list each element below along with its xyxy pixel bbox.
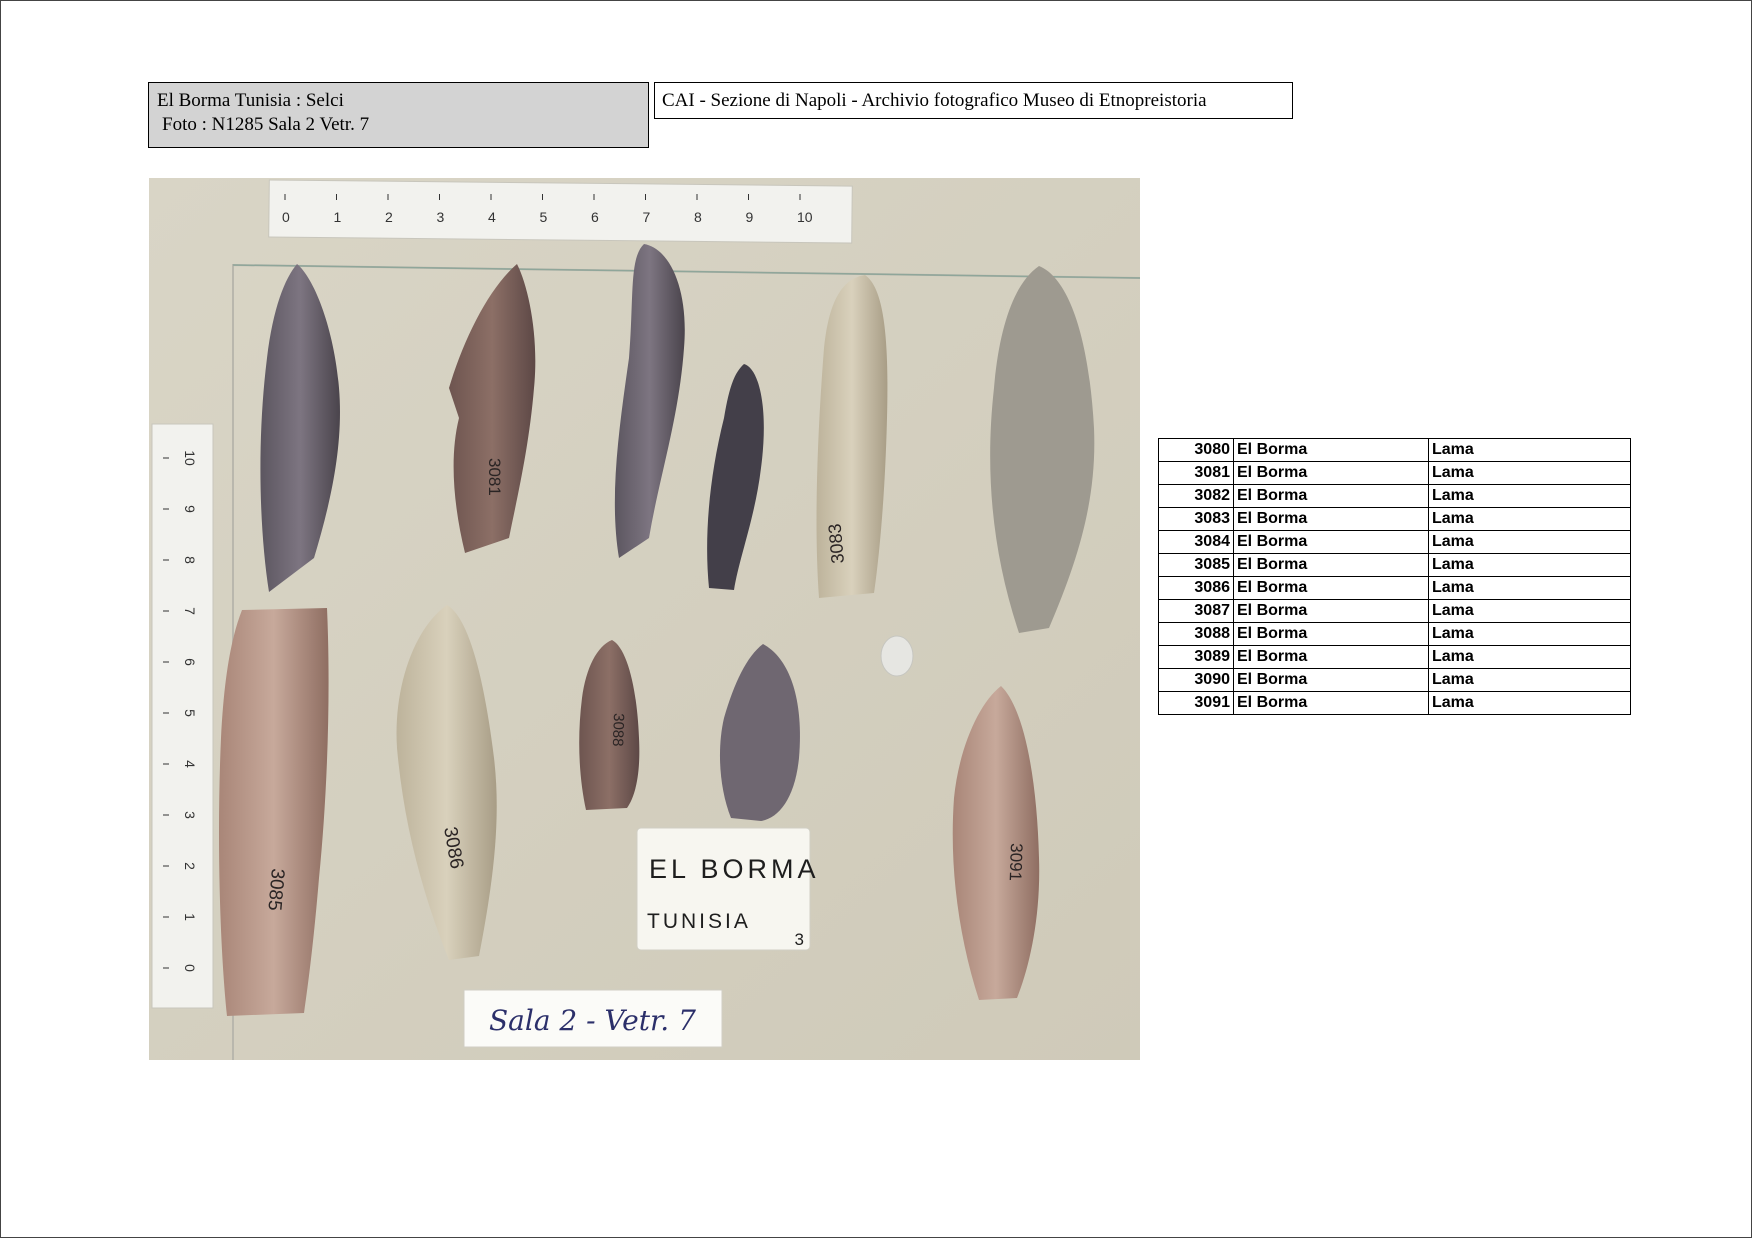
catalog-site-cell: El Borma [1233,668,1429,692]
artifact-3090 [880,635,914,677]
catalog-table: 3080 El Borma Lama 3081 El Borma Lama 3082 El B… [1158,438,1631,715]
specimen-mark-3088: 3088 [609,713,627,747]
catalog-site-cell: El Borma [1233,576,1429,600]
table-row: 3082 El Borma Lama [1158,484,1631,508]
ruler-side: 109876543210 [151,423,214,1009]
label-card-number: 3 [795,930,804,949]
catalog-type-cell: Lama [1428,484,1631,508]
ruler-top-tick-label: 0 [282,209,290,225]
table-row: 3083 El Borma Lama [1158,507,1631,531]
ruler-side-tick-label: 3 [182,811,198,819]
label-card-title: EL BORMA [649,854,820,884]
ruler-side-tick-label: 2 [182,862,198,870]
catalog-site-cell: El Borma [1233,691,1429,715]
catalog-type-cell: Lama [1428,599,1631,623]
catalog-site-cell: El Borma [1233,438,1429,462]
ruler-side-tick-label: 1 [182,913,198,921]
ruler-side-tick-label: 5 [182,709,198,717]
catalog-number-cell: 3088 [1158,622,1234,646]
ruler-side-tick-label: 9 [182,505,198,513]
catalog-number-cell: 3091 [1158,691,1234,715]
catalog-type-cell: Lama [1428,507,1631,531]
ruler-top-tick-label: 6 [591,209,599,225]
room-label: Sala 2 - Vetr. 7 [463,989,723,1048]
catalog-site-cell: El Borma [1233,461,1429,485]
catalog-number-cell: 3082 [1158,484,1234,508]
catalog-number-cell: 3084 [1158,530,1234,554]
catalog-type-cell: Lama [1428,576,1631,600]
catalog-type-cell: Lama [1428,530,1631,554]
catalog-site-cell: El Borma [1233,507,1429,531]
ruler-top-tick-label: 2 [385,209,393,225]
ruler-side-tick-label: 7 [182,607,198,615]
ruler-side-tick-label: 6 [182,658,198,666]
ruler-side-tick-label: 10 [182,450,198,466]
table-row: 3086 El Borma Lama [1158,576,1631,600]
caption-line-site: El Borma Tunisia : Selci [157,90,344,111]
table-row: 3085 El Borma Lama [1158,553,1631,577]
archive-title: CAI - Sezione di Napoli - Archivio fotog… [662,90,1207,111]
artifact-photograph: 0 1 2 3 4 5 6 7 8 9 10 10 9 8 7 6 5 4 3 2 1 0 3081 3083 3085… [149,178,1140,1060]
catalog-number-cell: 3080 [1158,438,1234,462]
catalog-site-cell: El Borma [1233,622,1429,646]
ruler-top: 0 1 2 3 4 5 6 7 8 9 10 [268,179,853,244]
catalog-site-cell: El Borma [1233,484,1429,508]
table-row: 3090 El Borma Lama [1158,668,1631,692]
ruler-top-tick-label: 3 [437,209,445,225]
archive-title-box: CAI - Sezione di Napoli - Archivio fotog… [654,82,1293,119]
catalog-type-cell: Lama [1428,461,1631,485]
photo-caption-box: El Borma Tunisia : Selci Foto : N1285 Sa… [148,82,649,148]
catalog-site-cell: El Borma [1233,553,1429,577]
table-row: 3091 El Borma Lama [1158,691,1631,715]
ruler-side-tick-label: 8 [182,556,198,564]
catalog-type-cell: Lama [1428,622,1631,646]
artifact-photo-drawing: 0 1 2 3 4 5 6 7 8 9 10 109876543210 3081 3083 3085… [149,178,1140,1060]
table-row: 3084 El Borma Lama [1158,530,1631,554]
specimen-mark-3081: 3081 [485,458,504,496]
catalog-site-cell: El Borma [1233,645,1429,669]
ruler-top-tick-label: 1 [334,209,342,225]
catalog-number-cell: 3081 [1158,461,1234,485]
table-row: 3087 El Borma Lama [1158,599,1631,623]
specimen-mark-3085: 3085 [263,868,288,912]
ruler-top-tick-label: 4 [488,209,496,225]
catalog-type-cell: Lama [1428,553,1631,577]
catalog-type-cell: Lama [1428,645,1631,669]
catalog-type-cell: Lama [1428,668,1631,692]
catalog-type-cell: Lama [1428,438,1631,462]
catalog-site-cell: El Borma [1233,599,1429,623]
ruler-top-tick-label: 5 [540,209,548,225]
catalog-number-cell: 3090 [1158,668,1234,692]
catalog-number-cell: 3089 [1158,645,1234,669]
table-row: 3080 El Borma Lama [1158,438,1631,462]
ruler-top-tick-label: 7 [643,209,651,225]
label-card: EL BORMA TUNISIA 3 [636,827,820,951]
catalog-site-cell: El Borma [1233,530,1429,554]
specimen-mark-3091: 3091 [1006,843,1026,881]
ruler-side-tick-label: 0 [182,964,198,972]
catalog-number-cell: 3087 [1158,599,1234,623]
specimen-mark-3083: 3083 [825,523,848,565]
ruler-side-tick-label: 4 [182,760,198,768]
catalog-number-cell: 3086 [1158,576,1234,600]
ruler-top-tick-label: 10 [797,209,813,225]
room-label-text: Sala 2 - Vetr. 7 [489,1004,696,1037]
caption-line-photo: Foto : N1285 Sala 2 Vetr. 7 [162,114,370,135]
table-row: 3089 El Borma Lama [1158,645,1631,669]
table-row: 3081 El Borma Lama [1158,461,1631,485]
ruler-top-tick-label: 9 [746,209,754,225]
ruler-top-tick-label: 8 [694,209,702,225]
catalog-number-cell: 3085 [1158,553,1234,577]
catalog-type-cell: Lama [1428,691,1631,715]
table-row: 3088 El Borma Lama [1158,622,1631,646]
catalog-number-cell: 3083 [1158,507,1234,531]
label-card-country: TUNISIA [647,910,751,933]
